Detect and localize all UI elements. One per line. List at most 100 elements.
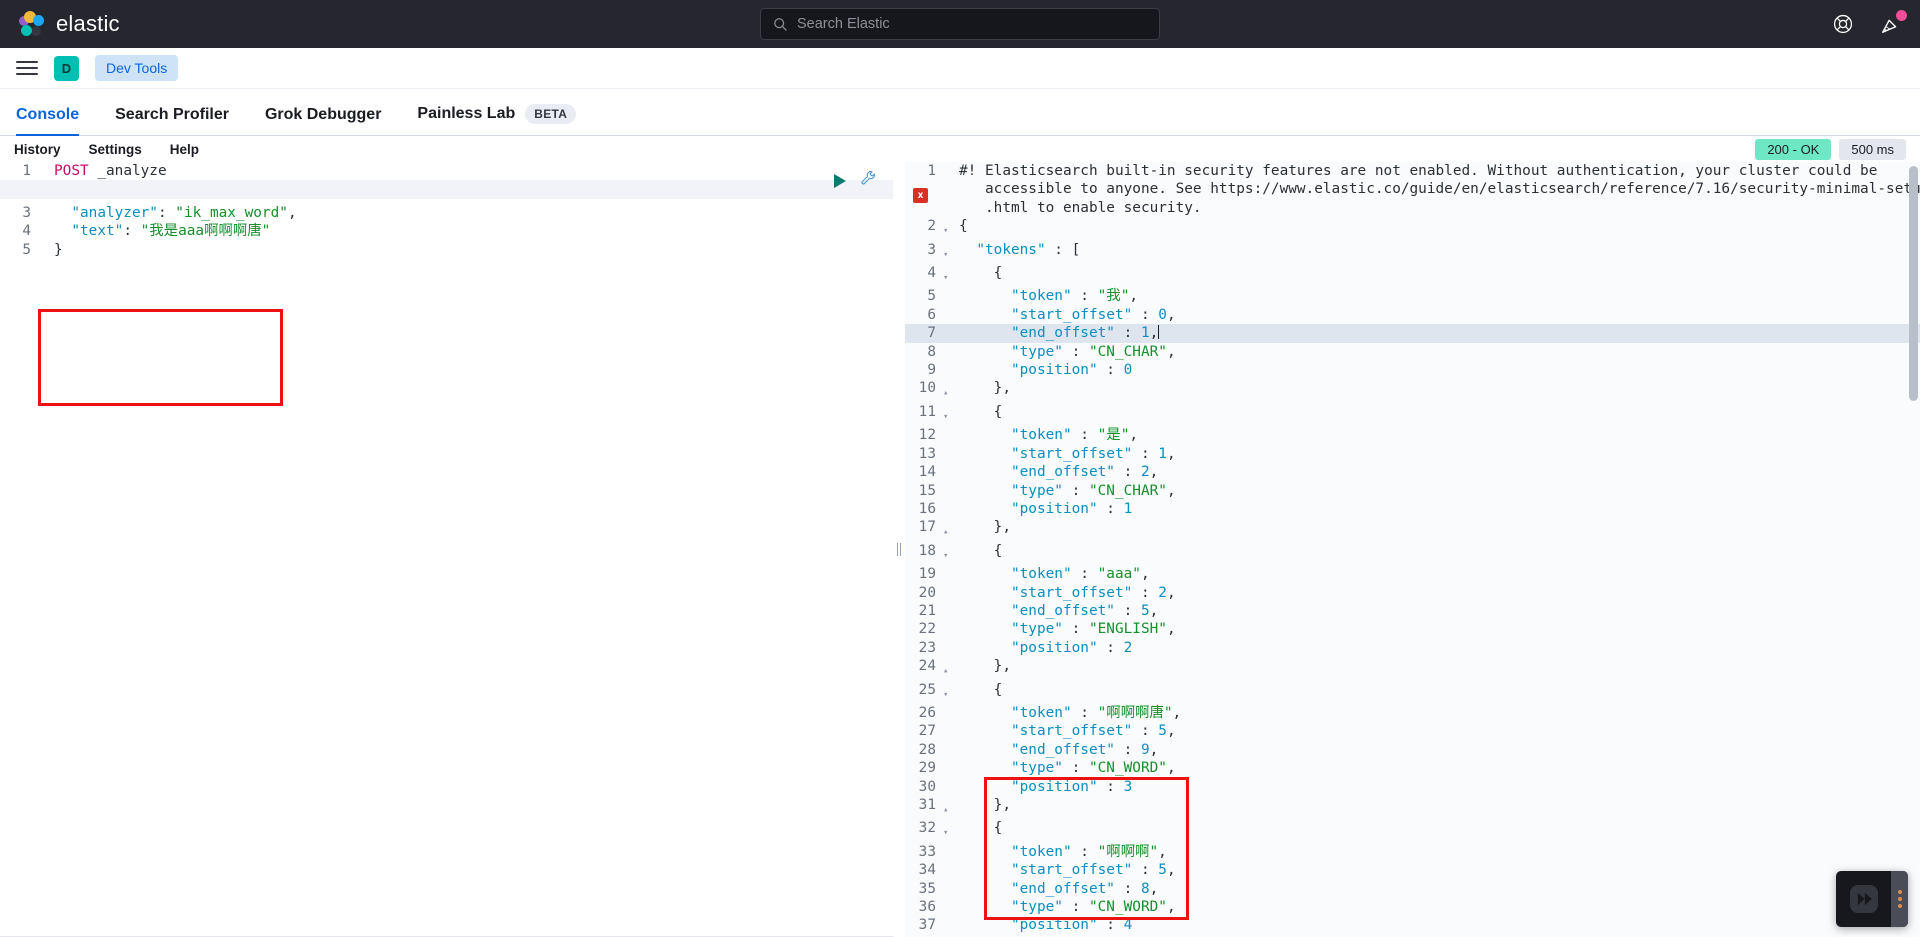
video-widget-menu[interactable] xyxy=(1891,871,1908,927)
editor-line[interactable]: 29 "type" : "CN_WORD", xyxy=(905,759,1920,778)
line-content: "type" : "CN_WORD", xyxy=(1010,760,1176,777)
header-actions xyxy=(1832,10,1907,35)
fold-toggle-icon xyxy=(943,880,954,898)
line-content: "start_offset" : 5, xyxy=(1010,723,1176,740)
hamburger-menu-icon[interactable] xyxy=(16,61,38,75)
line-number: 25 xyxy=(905,680,943,704)
editor-line[interactable]: 4 ▾ { xyxy=(905,264,1920,288)
help-button[interactable]: Help xyxy=(170,142,199,157)
wrench-icon[interactable] xyxy=(860,170,877,192)
response-scrollbar[interactable] xyxy=(1909,166,1918,401)
notification-badge xyxy=(1896,10,1907,21)
editor-line[interactable]: 12 "token" : "是", xyxy=(905,426,1920,445)
tab-painless-lab[interactable]: Painless Lab BETA xyxy=(417,104,577,135)
editor-line[interactable]: 9 "position" : 0 xyxy=(905,361,1920,380)
editor-line[interactable]: 27 "start_offset" : 5, xyxy=(905,722,1920,741)
panel-splitter[interactable] xyxy=(893,162,905,937)
editor-line[interactable]: 19 "token" : "aaa", xyxy=(905,565,1920,584)
fold-toggle-icon[interactable]: ▾ xyxy=(943,403,954,426)
lifebuoy-icon[interactable] xyxy=(1832,13,1854,35)
response-editor[interactable]: 1 #! Elasticsearch built-in security feat… xyxy=(905,162,1920,937)
editor-line[interactable]: 17 ▴ }, xyxy=(905,518,1920,542)
fold-toggle-icon[interactable]: ▾ xyxy=(943,241,954,264)
editor-line[interactable]: 35 "end_offset" : 8, xyxy=(905,879,1920,899)
editor-line[interactable]: 16 "position" : 1 xyxy=(905,499,1920,519)
editor-line[interactable]: 23 "position" : 2 xyxy=(905,638,1920,658)
line-content: "position" : 0 xyxy=(1010,362,1133,379)
editor-line[interactable]: 18 ▾ { xyxy=(905,541,1920,566)
editor-line[interactable]: 1 POST _analyze xyxy=(0,162,893,181)
tab-search-profiler[interactable]: Search Profiler xyxy=(115,106,229,135)
response-panel[interactable]: x 1 #! Elasticsearch built-in security fe… xyxy=(905,162,1920,937)
editor-line[interactable]: 11 ▾ { xyxy=(905,402,1920,427)
editor-line[interactable]: 31 ▴ }, xyxy=(905,796,1920,820)
editor-line[interactable]: 5 "token" : "我", xyxy=(905,287,1920,306)
settings-button[interactable]: Settings xyxy=(89,142,142,157)
line-content: "start_offset" : 1, xyxy=(1010,445,1176,462)
line-content: { xyxy=(959,542,1003,559)
editor-line[interactable]: 3 ▾ "tokens" : [ xyxy=(905,240,1920,265)
line-number: 23 xyxy=(905,638,943,658)
editor-line[interactable]: accessible to anyone. See https://www.el… xyxy=(905,180,1920,199)
fold-toggle-icon[interactable]: ▾ xyxy=(943,681,954,704)
fold-toggle-icon[interactable]: ▾ xyxy=(943,542,954,565)
editor-line[interactable]: 37 "position" : 4 xyxy=(905,916,1920,935)
editor-line[interactable]: 1 #! Elasticsearch built-in security feat… xyxy=(905,162,1920,181)
editor-line[interactable]: 8 "type" : "CN_CHAR", xyxy=(905,342,1920,362)
elastic-brand[interactable]: elastic xyxy=(18,10,120,38)
request-panel[interactable]: 1POST _analyze2▾{3 "analyzer": "ik_max_w… xyxy=(0,162,893,937)
play-request-icon[interactable] xyxy=(834,174,846,188)
fold-toggle-icon[interactable]: ▴ xyxy=(943,379,954,402)
space-avatar[interactable]: D xyxy=(54,55,79,81)
history-button[interactable]: History xyxy=(14,142,61,157)
tab-console[interactable]: Console xyxy=(16,106,80,136)
editor-line[interactable]: 21 "end_offset" : 5, xyxy=(905,601,1920,621)
editor-line[interactable]: 30 "position" : 3 xyxy=(905,777,1920,796)
request-editor[interactable]: 1POST _analyze2▾{3 "analyzer": "ik_max_w… xyxy=(0,162,893,260)
fold-toggle-icon xyxy=(943,306,954,324)
floating-video-widget[interactable] xyxy=(1836,871,1908,927)
fold-toggle-icon[interactable]: ▾ xyxy=(943,819,954,842)
error-marker-icon[interactable]: x xyxy=(913,188,928,203)
editor-line[interactable]: 6 "start_offset" : 0, xyxy=(905,305,1920,325)
editor-line[interactable]: 24 ▴ }, xyxy=(905,657,1920,681)
line-number: 16 xyxy=(905,499,943,519)
editor-line[interactable]: 33 "token" : "啊啊啊", xyxy=(905,842,1920,862)
tab-grok-debugger[interactable]: Grok Debugger xyxy=(265,106,381,135)
editor-line[interactable]: 32 ▾ { xyxy=(905,819,1920,843)
line-number: 24 xyxy=(905,657,943,681)
line-number: 20 xyxy=(905,583,943,602)
line-content: "end_offset" : 8, xyxy=(1010,880,1159,897)
global-search-input[interactable]: Search Elastic xyxy=(760,8,1160,40)
editor-line[interactable]: 5} xyxy=(0,240,893,260)
editor-line[interactable]: 26 "token" : "啊啊啊唐", xyxy=(905,703,1920,723)
fold-toggle-icon[interactable]: ▴ xyxy=(943,796,954,819)
editor-line[interactable]: 15 "type" : "CN_CHAR", xyxy=(905,481,1920,500)
editor-line[interactable]: 28 "end_offset" : 9, xyxy=(905,740,1920,760)
fold-toggle-icon[interactable]: ▾ xyxy=(943,217,954,240)
breadcrumb[interactable]: Dev Tools xyxy=(95,55,179,81)
editor-line[interactable]: 3 "analyzer": "ik_max_word", xyxy=(0,203,893,223)
fold-toggle-icon[interactable]: ▾ xyxy=(943,264,954,287)
line-content: "token" : "我", xyxy=(1010,288,1139,305)
editor-line[interactable]: 36 "type" : "CN_WORD", xyxy=(905,898,1920,917)
fold-toggle-icon xyxy=(943,463,954,481)
editor-line[interactable]: 14 "end_offset" : 2, xyxy=(905,463,1920,482)
editor-line[interactable]: 22 "type" : "ENGLISH", xyxy=(905,620,1920,639)
editor-line[interactable]: 10 ▴ }, xyxy=(905,379,1920,403)
editor-line[interactable]: 25 ▾ { xyxy=(905,680,1920,704)
editor-line[interactable]: 7 "end_offset" : 1, xyxy=(905,324,1920,343)
editor-line[interactable]: 13 "start_offset" : 1, xyxy=(905,444,1920,464)
line-number: 18 xyxy=(905,541,943,566)
editor-line[interactable]: 34 "start_offset" : 5, xyxy=(905,861,1920,880)
fold-toggle-icon xyxy=(943,584,954,602)
party-popper-icon[interactable] xyxy=(1880,10,1907,35)
fold-toggle-icon xyxy=(943,602,954,620)
fold-toggle-icon[interactable]: ▴ xyxy=(943,518,954,541)
line-number: 3 xyxy=(0,203,38,223)
editor-line[interactable]: 2▾ { xyxy=(905,217,1920,241)
editor-line[interactable]: 20 "start_offset" : 2, xyxy=(905,583,1920,602)
editor-line[interactable]: .html to enable security. xyxy=(905,198,1920,218)
fold-toggle-icon[interactable]: ▴ xyxy=(943,657,954,680)
editor-line[interactable]: 4 "text": "我是aaa啊啊啊唐" xyxy=(0,222,893,241)
